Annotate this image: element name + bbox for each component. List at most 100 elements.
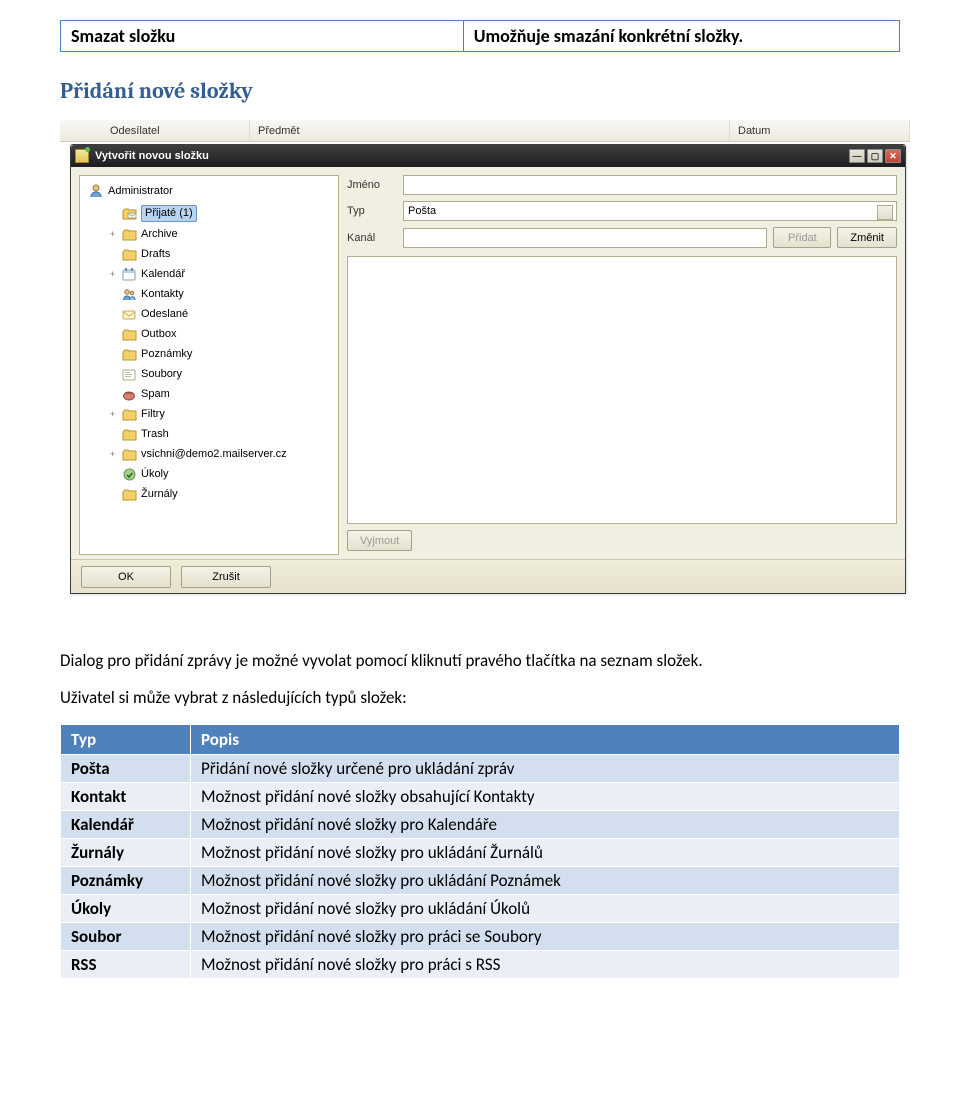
remove-button[interactable]: Vyjmout [347,530,412,551]
tree-root[interactable]: Administrator [84,182,334,200]
tree-expander[interactable]: + [108,447,117,462]
folder-icon [121,428,137,442]
type-cell: Kontakt [61,782,191,810]
type-value: Pošta [408,205,436,217]
desc-cell: Možnost přidání nové složky pro práci se… [191,922,900,950]
close-button[interactable]: ✕ [885,149,901,163]
dialog-titlebar[interactable]: Vytvořit novou složku — ▢ ✕ [71,145,905,167]
tree-item-label: Poznámky [141,347,192,362]
tree-item[interactable]: Soubory [84,365,334,384]
channel-label: Kanál [347,232,397,244]
name-label: Jméno [347,179,397,191]
table-row: KalendářMožnost přidání nové složky pro … [61,810,900,838]
th-desc: Popis [191,724,900,754]
th-type: Typ [61,724,191,754]
dialog-screenshot: Odesílatel Předmět Datum Vytvořit novou … [60,120,910,620]
mail-folder-icon [121,207,137,221]
tree-item-label: Trash [141,427,169,442]
create-folder-dialog: Vytvořit novou složku — ▢ ✕ Administrato… [70,144,906,594]
folder-icon [121,448,137,462]
change-button[interactable]: Změnit [837,227,897,248]
desc-cell: Možnost přidání nové složky pro práci s … [191,950,900,978]
tree-item[interactable]: + Kalendář [84,265,334,284]
type-label: Typ [347,205,397,217]
tree-item[interactable]: Spam [84,385,334,404]
table-row: RSSMožnost přidání nové složky pro práci… [61,950,900,978]
paragraph-2: Uživatel si může vybrat z následujících … [60,687,900,710]
tree-item[interactable]: + Archive [84,225,334,244]
table-row: PoštaPřidání nové složky určené pro uklá… [61,754,900,782]
user-icon [88,184,104,198]
tree-item-label: Kontakty [141,287,184,302]
tree-item[interactable]: Outbox [84,325,334,344]
tree-item-label: Přijaté (1) [141,205,197,222]
tree-expander[interactable]: + [108,267,117,282]
paragraph-1: Dialog pro přidání zprávy je možné vyvol… [60,650,900,673]
channel-input[interactable] [403,228,767,248]
dialog-title: Vytvořit novou složku [95,150,847,162]
cancel-button[interactable]: Zrušit [181,566,271,588]
folder-tree[interactable]: Administrator Přijaté (1) + Archive Drafts +… [79,175,339,555]
section-heading: Přidání nové složky [60,78,900,104]
ok-button[interactable]: OK [81,566,171,588]
tree-item[interactable]: Kontakty [84,285,334,304]
folder-icon [121,328,137,342]
desc-cell: Možnost přidání nové složky pro ukládání… [191,838,900,866]
tree-item-label: Kalendář [141,267,185,282]
top-definition-table: Smazat složku Umožňuje smazání konkrétní… [60,20,900,52]
files-icon [121,368,137,382]
tree-item[interactable]: Trash [84,425,334,444]
tree-item-label: Archive [141,227,178,242]
tree-item[interactable]: Přijaté (1) [84,203,334,224]
folder-types-table: Typ Popis PoštaPřidání nové složky určen… [60,724,900,979]
add-button[interactable]: Přidat [773,227,831,248]
message-grid-header: Odesílatel Předmět Datum [60,120,910,142]
tree-item[interactable]: Žurnály [84,485,334,504]
table-row: SouborMožnost přidání nové složky pro pr… [61,922,900,950]
type-cell: Žurnály [61,838,191,866]
folder-icon [121,248,137,262]
desc-cell: Možnost přidání nové složky pro Kalendář… [191,810,900,838]
tree-item[interactable]: + vsichni@demo2.mailserver.cz [84,445,334,464]
tree-item-label: Žurnály [141,487,178,502]
col-sender: Odesílatel [110,125,160,137]
table-row: ÚkolyMožnost přidání nové složky pro ukl… [61,894,900,922]
tree-item-label: Drafts [141,247,170,262]
tree-item[interactable]: Úkoly [84,465,334,484]
type-cell: Soubor [61,922,191,950]
desc-cell: Možnost přidání nové složky obsahující K… [191,782,900,810]
col-subject: Předmět [258,125,300,137]
type-select[interactable]: Pošta [403,201,897,221]
tree-item[interactable]: Odeslané [84,305,334,324]
channel-list[interactable] [347,256,897,524]
table-row: PoznámkyMožnost přidání nové složky pro … [61,866,900,894]
type-cell: Úkoly [61,894,191,922]
tree-item-label: Outbox [141,327,176,342]
tree-root-label: Administrator [108,185,173,197]
tree-item-label: Soubory [141,367,182,382]
folder-icon [121,488,137,502]
minimize-button[interactable]: — [849,149,865,163]
dialog-footer: OK Zrušit [71,559,905,593]
desc-cell: Přidání nové složky určené pro ukládání … [191,754,900,782]
contacts-icon [121,288,137,302]
type-cell: Kalendář [61,810,191,838]
tree-item-label: Filtry [141,407,165,422]
tree-item[interactable]: Drafts [84,245,334,264]
table-row: KontaktMožnost přidání nové složky obsah… [61,782,900,810]
type-cell: Pošta [61,754,191,782]
tree-expander[interactable]: + [108,227,117,242]
folder-icon [121,408,137,422]
tree-item-label: vsichni@demo2.mailserver.cz [141,447,287,462]
tree-item[interactable]: Poznámky [84,345,334,364]
tree-item-label: Odeslané [141,307,188,322]
maximize-button[interactable]: ▢ [867,149,883,163]
col-date: Datum [738,125,770,137]
top-col2: Umožňuje smazání konkrétní složky. [474,25,744,47]
tree-item-label: Spam [141,387,170,402]
name-input[interactable] [403,175,897,195]
tree-expander[interactable]: + [108,407,117,422]
spam-icon [121,388,137,402]
form-panel: Jméno Typ Pošta Kanál Přidat Změnit Vyjm… [347,175,897,555]
tree-item[interactable]: + Filtry [84,405,334,424]
